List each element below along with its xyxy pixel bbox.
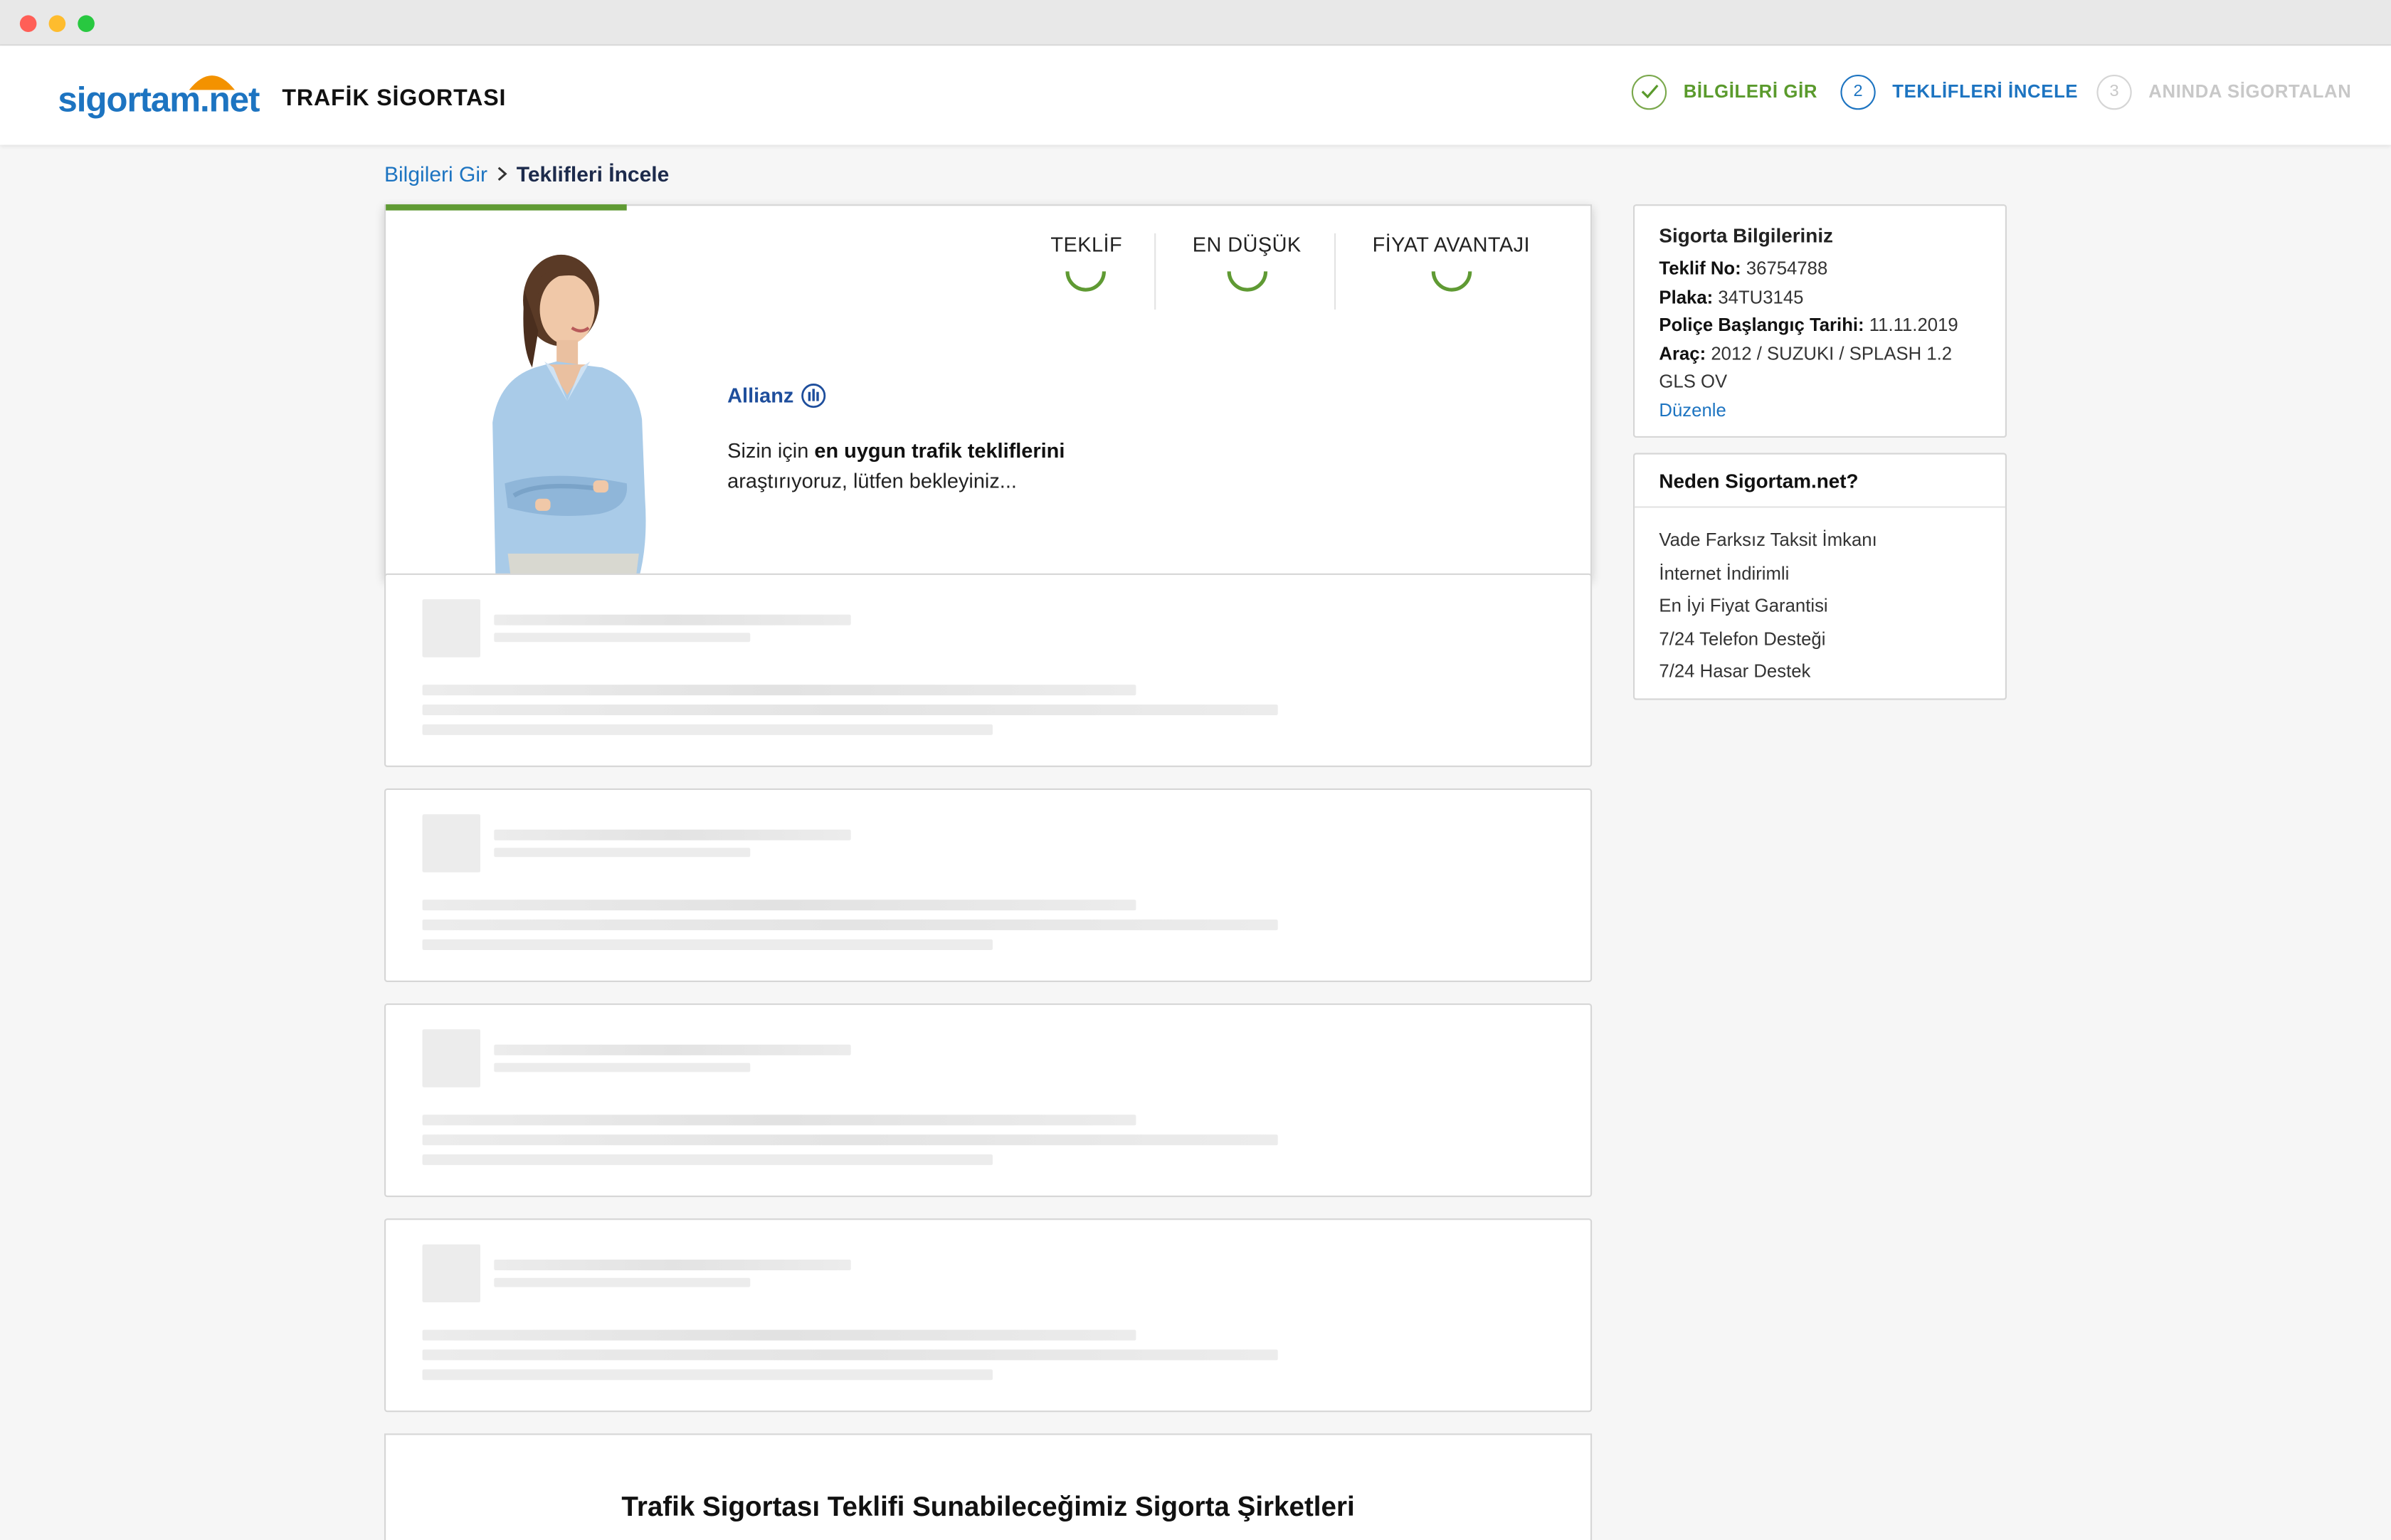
loading-hero-card: TEKLİF EN DÜŞÜK FİYAT AVANTAJI Allianz S… [384, 204, 1593, 580]
allianz-logo-icon [801, 384, 825, 408]
checkmark-icon [1631, 73, 1667, 110]
info-row-plaka: Plaka: 34TU3145 [1659, 283, 1980, 312]
breadcrumb: Bilgileri Gir Teklifleri İncele [384, 162, 669, 186]
metric-divider [1334, 233, 1336, 310]
benefit-item: Vade Farksız Taksit İmkanı [1659, 529, 1877, 551]
close-window-button[interactable] [19, 15, 37, 32]
skeleton-line [422, 1114, 1136, 1126]
step-number: 2 [1840, 73, 1876, 110]
edit-link[interactable]: Düzenle [1659, 399, 1726, 420]
chevron-right-icon [497, 162, 507, 185]
skeleton-thumb [422, 814, 480, 872]
browser-window: sigortam.net TRAFİK SİGORTASI BİLGİLERİ … [0, 0, 2391, 1540]
why-sigortam-card: Neden Sigortam.net? Vade Farksız Taksit … [1633, 453, 2007, 700]
step-bilgileri-gir[interactable]: BİLGİLERİ GİR [1631, 72, 1818, 112]
skeleton-line [422, 704, 1278, 715]
skeleton-line [422, 1369, 993, 1381]
offer-skeleton-card [384, 1003, 1593, 1198]
product-title: TRAFİK SİGORTASI [282, 85, 507, 112]
skeleton-line [494, 1260, 851, 1270]
skeleton-thumb [422, 1244, 480, 1302]
window-titlebar [0, 0, 2391, 46]
info-label: Plaka: [1659, 285, 1714, 307]
skeleton-line [422, 1349, 1278, 1361]
info-value: 34TU3145 [1718, 285, 1804, 307]
logo-text: sigortam.net [58, 79, 260, 120]
step-teklifleri-incele[interactable]: 2 TEKLİFLERİ İNCELE [1840, 72, 2078, 112]
skeleton-line [494, 829, 851, 840]
info-label: Araç: [1659, 342, 1706, 364]
info-card-title: Sigorta Bilgileriniz [1659, 224, 1833, 248]
info-row-teklif-no: Teklif No: 36754788 [1659, 255, 1980, 283]
loading-spinner-icon [1066, 271, 1107, 292]
insurer-brand: Allianz [727, 383, 825, 408]
step-label: BİLGİLERİ GİR [1683, 80, 1818, 102]
info-value: 36754788 [1746, 258, 1828, 280]
benefits-list: Vade Farksız Taksit İmkanı İnternet İndi… [1635, 508, 2005, 690]
insurer-name: Allianz [727, 384, 794, 408]
site-logo[interactable]: sigortam.net [58, 70, 260, 122]
info-row-police-baslangic: Poliçe Başlangıç Tarihi: 11.11.2019 [1659, 311, 1980, 339]
skeleton-line [494, 633, 751, 643]
skeleton-line [494, 1062, 751, 1072]
skeleton-line [494, 614, 851, 626]
minimize-window-button[interactable] [48, 15, 66, 32]
metric-label: TEKLİF [1050, 233, 1123, 256]
breadcrumb-current: Teklifleri İncele [516, 162, 670, 186]
skeleton-line [422, 685, 1136, 696]
benefit-item: İnternet İndirimli [1659, 561, 1790, 584]
skeleton-line [422, 900, 1136, 911]
skeleton-line [494, 848, 751, 858]
waiting-text-suffix: araştırıyoruz, lütfen bekleyiniz... [727, 470, 1017, 493]
skeleton-line [422, 1154, 993, 1166]
step-aninda-sigortalan: 3 ANINDA SİGORTALAN [2096, 72, 2351, 112]
step-label: TEKLİFLERİ İNCELE [1892, 80, 2079, 102]
skeleton-line [494, 1277, 751, 1287]
insurers-section: Trafik Sigortası Teklifi Sunabileceğimiz… [384, 1433, 1593, 1540]
step-number: 3 [2096, 73, 2132, 110]
skeleton-line [422, 1134, 1278, 1146]
skeleton-line [422, 1329, 1136, 1341]
skeleton-thumb [422, 1029, 480, 1087]
benefit-item: 7/24 Hasar Destek [1659, 660, 1811, 682]
skeleton-line [422, 919, 1278, 931]
info-value: 11.11.2019 [1869, 314, 1958, 336]
breadcrumb-link[interactable]: Bilgileri Gir [384, 162, 487, 186]
insurance-info-card: Sigorta Bilgileriniz Teklif No: 36754788… [1633, 204, 2007, 438]
metric-divider [1154, 233, 1156, 310]
site-header: sigortam.net TRAFİK SİGORTASI BİLGİLERİ … [0, 46, 2391, 145]
waiting-text-prefix: Sizin için [727, 439, 815, 463]
benefit-item: 7/24 Telefon Desteği [1659, 628, 1826, 650]
skeleton-line [494, 1044, 851, 1055]
step-label: ANINDA SİGORTALAN [2148, 80, 2352, 102]
why-card-title: Neden Sigortam.net? [1635, 455, 2005, 508]
benefit-item: En İyi Fiyat Garantisi [1659, 595, 1828, 617]
metric-fiyat-avantaji: FİYAT AVANTAJI [1373, 233, 1530, 293]
loading-spinner-icon [1430, 271, 1472, 292]
search-progress-bar [386, 204, 627, 211]
skeleton-thumb [422, 599, 480, 658]
info-row-arac: Araç: 2012 / SUZUKI / SPLASH 1.2 GLS OV [1659, 339, 1980, 396]
metric-label: EN DÜŞÜK [1192, 233, 1302, 256]
metric-en-dusuk: EN DÜŞÜK [1193, 233, 1302, 293]
loading-spinner-icon [1226, 271, 1267, 292]
info-label: Teklif No: [1659, 258, 1741, 280]
info-label: Poliçe Başlangıç Tarihi: [1659, 314, 1864, 336]
maximize-window-button[interactable] [78, 15, 95, 32]
agent-illustration [492, 254, 646, 579]
offer-skeleton-card [384, 573, 1593, 767]
offer-skeleton-card [384, 1218, 1593, 1413]
skeleton-line [422, 939, 993, 950]
metric-teklif: TEKLİF [1050, 233, 1122, 293]
skeleton-line [422, 724, 993, 735]
waiting-text-bold: en uygun trafik tekliflerini [814, 439, 1065, 463]
metric-label: FİYAT AVANTAJI [1372, 233, 1530, 256]
offer-skeleton-card [384, 788, 1593, 982]
waiting-message: Sizin için en uygun trafik tekliflerini … [727, 436, 1065, 497]
insurers-section-title: Trafik Sigortası Teklifi Sunabileceğimiz… [621, 1491, 1355, 1522]
